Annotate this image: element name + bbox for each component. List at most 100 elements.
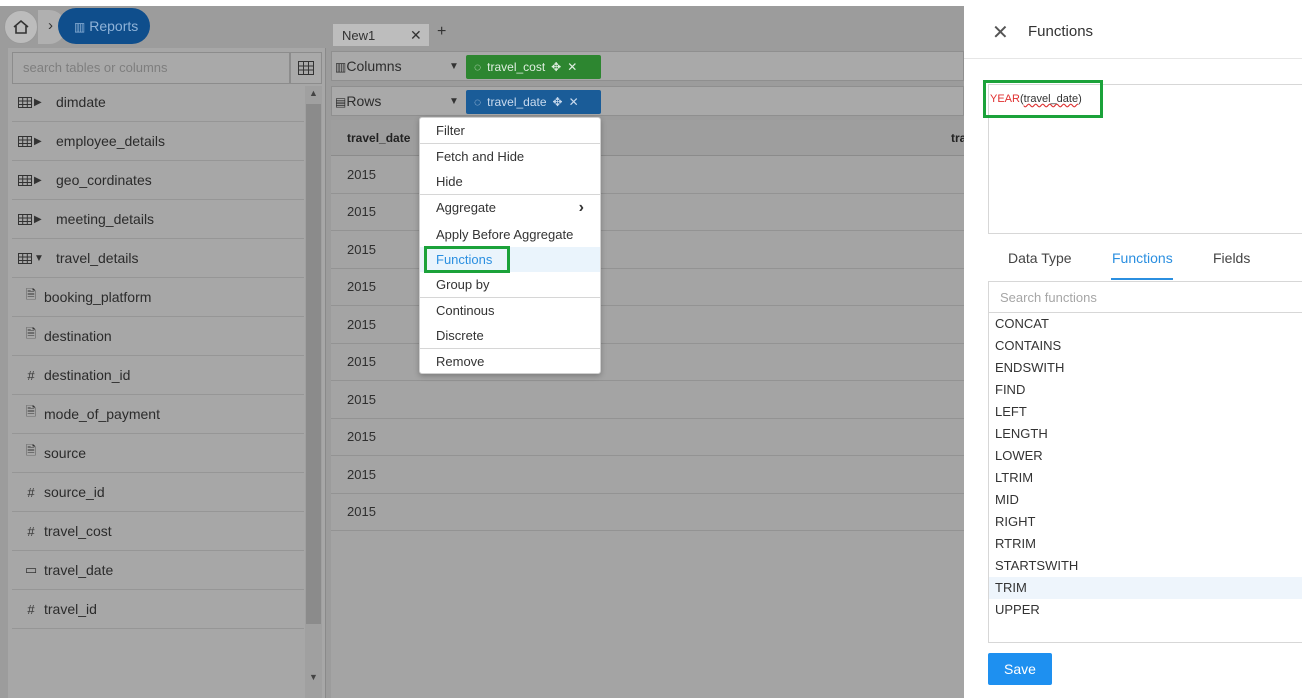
table-row[interactable]: 2015 bbox=[331, 456, 964, 494]
menu-item-fetch-and-hide[interactable]: Fetch and Hide bbox=[420, 144, 600, 169]
function-item-label: STARTSWITH bbox=[995, 558, 1079, 573]
column-item[interactable]: 🗎 mode_of_payment bbox=[12, 395, 304, 434]
column-item-label: booking_platform bbox=[44, 289, 152, 305]
table-icon: ▶ bbox=[12, 174, 54, 186]
column-item-label: travel_id bbox=[44, 601, 97, 617]
column-item[interactable]: # travel_cost bbox=[12, 512, 304, 551]
add-tab-button[interactable]: + bbox=[437, 23, 446, 41]
column-item[interactable]: # destination_id bbox=[12, 356, 304, 395]
scrollbar-thumb[interactable] bbox=[306, 104, 321, 624]
rows-shelf[interactable]: ▤Rows ▼ ◌ travel_date ✥ ✕ bbox=[331, 86, 964, 116]
function-item[interactable]: CONCAT bbox=[989, 313, 1302, 335]
tab-functions[interactable]: Functions bbox=[1112, 250, 1173, 266]
caret-right-icon[interactable]: ▶ bbox=[34, 136, 42, 147]
table-view-button[interactable] bbox=[290, 52, 322, 84]
scroll-up-arrow[interactable]: ▲ bbox=[305, 88, 322, 102]
column-pill[interactable]: ◌ travel_cost ✥ ✕ bbox=[466, 55, 601, 79]
table-item[interactable]: ▶ geo_cordinates bbox=[12, 161, 304, 200]
function-item[interactable]: LOWER bbox=[989, 445, 1302, 467]
table-row[interactable]: 2015 bbox=[331, 381, 964, 419]
function-item[interactable]: FIND bbox=[989, 379, 1302, 401]
caret-right-icon[interactable]: ▶ bbox=[34, 97, 42, 108]
menu-item-discrete[interactable]: Discrete bbox=[420, 323, 600, 348]
column-pill-label: travel_cost bbox=[487, 60, 546, 74]
column-header[interactable]: travel_date bbox=[347, 131, 410, 145]
function-item[interactable]: MID bbox=[989, 489, 1302, 511]
scroll-down-arrow[interactable]: ▼ bbox=[305, 672, 322, 686]
calendar-icon: ▭ bbox=[24, 562, 38, 577]
function-item-label: MID bbox=[995, 492, 1019, 507]
function-item[interactable]: ENDSWITH bbox=[989, 357, 1302, 379]
search-tables-input[interactable]: search tables or columns bbox=[12, 52, 290, 84]
menu-item-group-by[interactable]: Group by bbox=[420, 272, 600, 297]
grid-icon bbox=[298, 61, 314, 75]
table-cell: 2015 bbox=[347, 241, 376, 257]
check-circle-icon: ◌ bbox=[474, 95, 482, 109]
menu-item-label: Group by bbox=[436, 277, 490, 292]
table-item[interactable]: ▶ meeting_details bbox=[12, 200, 304, 239]
caret-right-icon[interactable]: ▶ bbox=[34, 175, 42, 186]
hash-icon: # bbox=[27, 367, 35, 383]
function-item[interactable]: RTRIM bbox=[989, 533, 1302, 555]
function-item[interactable]: UPPER bbox=[989, 599, 1302, 621]
home-button[interactable] bbox=[4, 10, 38, 44]
move-icon[interactable]: ✥ bbox=[551, 60, 561, 74]
function-item[interactable]: TRIM bbox=[989, 577, 1302, 599]
column-item[interactable]: # source_id bbox=[12, 473, 304, 512]
columns-shelf[interactable]: ▥Columns ▼ ◌ travel_cost ✥ ✕ bbox=[331, 51, 964, 81]
column-item[interactable]: 🗎 destination bbox=[12, 317, 304, 356]
highlight-box bbox=[983, 80, 1103, 118]
function-item-label: LEFT bbox=[995, 404, 1027, 419]
caret-down-icon[interactable]: ▼ bbox=[449, 61, 459, 72]
menu-item-label: Discrete bbox=[436, 328, 484, 343]
column-item-label: travel_date bbox=[44, 562, 114, 578]
document-icon: 🗎 bbox=[25, 404, 37, 419]
caret-right-icon[interactable]: ▶ bbox=[34, 214, 42, 225]
save-button[interactable]: Save bbox=[988, 653, 1052, 685]
rows-icon: ▤ bbox=[335, 95, 347, 109]
move-icon[interactable]: ✥ bbox=[553, 95, 563, 109]
table-row[interactable]: 2015 bbox=[331, 419, 964, 456]
close-icon[interactable]: ✕ bbox=[569, 95, 579, 109]
table-item[interactable]: ▶ dimdate bbox=[12, 83, 304, 122]
column-item[interactable]: ▭ travel_date bbox=[12, 551, 304, 590]
menu-item-aggregate[interactable]: Aggregate › bbox=[420, 195, 600, 220]
column-item[interactable]: # travel_id bbox=[12, 590, 304, 629]
search-functions-input[interactable]: Search functions bbox=[988, 281, 1302, 313]
function-item[interactable]: STARTSWITH bbox=[989, 555, 1302, 577]
caret-down-icon[interactable]: ▼ bbox=[34, 253, 44, 264]
menu-item-remove[interactable]: Remove bbox=[420, 349, 600, 374]
table-cell: 2015 bbox=[347, 279, 376, 295]
row-pill[interactable]: ◌ travel_date ✥ ✕ bbox=[466, 90, 601, 114]
tab-data-type[interactable]: Data Type bbox=[1008, 250, 1072, 266]
breadcrumb-reports[interactable]: ▥ Reports bbox=[58, 8, 150, 44]
menu-item-continous[interactable]: Continous bbox=[420, 298, 600, 323]
function-item-label: RTRIM bbox=[995, 536, 1036, 551]
column-header[interactable]: tra bbox=[951, 131, 964, 145]
menu-item-hide[interactable]: Hide bbox=[420, 169, 600, 194]
function-item[interactable]: RIGHT bbox=[989, 511, 1302, 533]
divider bbox=[964, 58, 1302, 59]
close-icon[interactable]: ✕ bbox=[992, 20, 1009, 45]
close-icon[interactable]: ✕ bbox=[567, 60, 577, 74]
function-item[interactable]: LTRIM bbox=[989, 467, 1302, 489]
table-row[interactable]: 2015 bbox=[331, 494, 964, 531]
table-item[interactable]: ▶ employee_details bbox=[12, 122, 304, 161]
function-item[interactable]: LENGTH bbox=[989, 423, 1302, 445]
check-circle-icon: ◌ bbox=[474, 60, 482, 74]
tab-fields[interactable]: Fields bbox=[1213, 250, 1250, 266]
function-item[interactable]: CONTAINS bbox=[989, 335, 1302, 357]
column-item[interactable]: 🗎 source bbox=[12, 434, 304, 473]
document-icon: 🗎 bbox=[25, 443, 37, 458]
menu-item-label: Filter bbox=[436, 123, 465, 138]
function-item[interactable]: LEFT bbox=[989, 401, 1302, 423]
table-icon: ▼ bbox=[12, 252, 54, 264]
menu-item-filter[interactable]: Filter bbox=[420, 118, 600, 143]
close-icon[interactable]: ✕ bbox=[410, 27, 422, 44]
caret-down-icon[interactable]: ▼ bbox=[449, 96, 459, 107]
table-item-label: travel_details bbox=[56, 250, 139, 266]
menu-item-apply-before-aggregate[interactable]: Apply Before Aggregate bbox=[420, 222, 600, 247]
table-cell: 2015 bbox=[347, 354, 376, 370]
table-item[interactable]: ▼ travel_details bbox=[12, 239, 304, 278]
column-item[interactable]: 🗎 booking_platform bbox=[12, 278, 304, 317]
